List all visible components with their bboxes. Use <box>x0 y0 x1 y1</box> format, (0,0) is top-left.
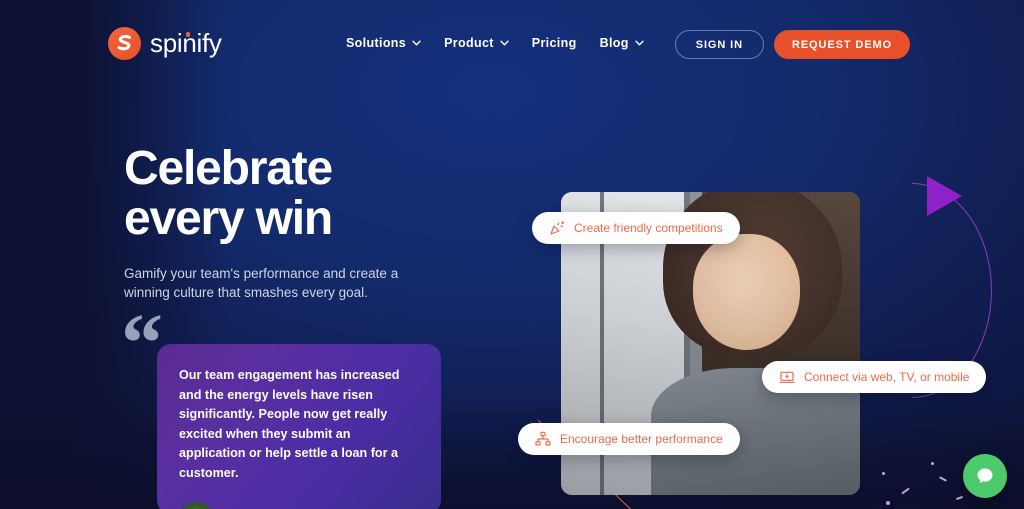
quote-mark-icon: “ <box>121 297 165 390</box>
header-actions: SIGN IN REQUEST DEMO <box>674 30 910 59</box>
avatar <box>179 502 213 509</box>
confetti-particle <box>901 487 910 495</box>
feature-pill-label: Encourage better performance <box>560 432 723 446</box>
main-navigation: Solutions Product Pricing Blog <box>346 36 644 50</box>
nav-item-product[interactable]: Product <box>444 36 509 50</box>
nav-item-solutions[interactable]: Solutions <box>346 36 421 50</box>
confetti-particle <box>938 476 948 482</box>
chat-widget-button[interactable] <box>963 454 1007 498</box>
testimonial-text: Our team engagement has increased and th… <box>179 368 400 480</box>
logo[interactable]: spinify <box>108 27 222 60</box>
logo-dot-accent <box>185 32 190 37</box>
nav-item-label: Pricing <box>531 36 577 50</box>
feature-pill-create-friendly-competitions[interactable]: Create friendly competitions <box>532 212 740 244</box>
logo-wordmark: spinify <box>150 28 222 59</box>
hero-subtitle: Gamify your team's performance and creat… <box>124 266 399 300</box>
chat-bubble-icon <box>977 468 993 484</box>
nav-item-label: Product <box>444 36 494 50</box>
headline-line-1: Celebrate <box>124 142 333 195</box>
site-header: spinify Solutions Product Pricing Blog S… <box>0 0 1024 88</box>
nav-item-blog[interactable]: Blog <box>600 36 644 50</box>
headline-line-2: every win <box>124 192 333 245</box>
confetti-particle <box>931 462 934 465</box>
page-title: Celebrate every win <box>124 144 464 244</box>
feature-pill-connect-via-web-tv-or-mobile[interactable]: Connect via web, TV, or mobile <box>762 361 987 393</box>
testimonial-author: Nathan Carroll <box>179 502 415 509</box>
request-demo-button[interactable]: REQUEST DEMO <box>773 30 910 59</box>
laptop-screen-icon <box>779 371 795 383</box>
confetti-particle <box>955 495 964 501</box>
nav-item-pricing[interactable]: Pricing <box>532 36 577 50</box>
nav-item-label: Blog <box>599 36 629 50</box>
hero-copy: Celebrate every win Gamify your team's p… <box>124 144 464 302</box>
chevron-down-icon <box>500 40 509 46</box>
spinify-logo-icon <box>108 27 141 60</box>
feature-pill-label: Create friendly competitions <box>574 221 723 235</box>
chevron-down-icon <box>635 40 644 46</box>
sign-in-button[interactable]: SIGN IN <box>674 30 764 59</box>
feature-pill-label: Connect via web, TV, or mobile <box>804 370 970 384</box>
feature-pill-encourage-better-performance[interactable]: Encourage better performance <box>518 423 740 455</box>
confetti-particle <box>882 472 885 475</box>
decorative-play-triangle <box>927 176 962 216</box>
party-popper-icon <box>550 221 564 235</box>
org-chart-icon <box>535 431 551 446</box>
nav-item-label: Solutions <box>346 36 407 50</box>
testimonial-card: Our team engagement has increased and th… <box>157 344 441 509</box>
confetti-particle <box>886 501 890 505</box>
hero-page: Create friendly competitions Connect via… <box>0 0 1024 509</box>
chevron-down-icon <box>412 40 421 46</box>
